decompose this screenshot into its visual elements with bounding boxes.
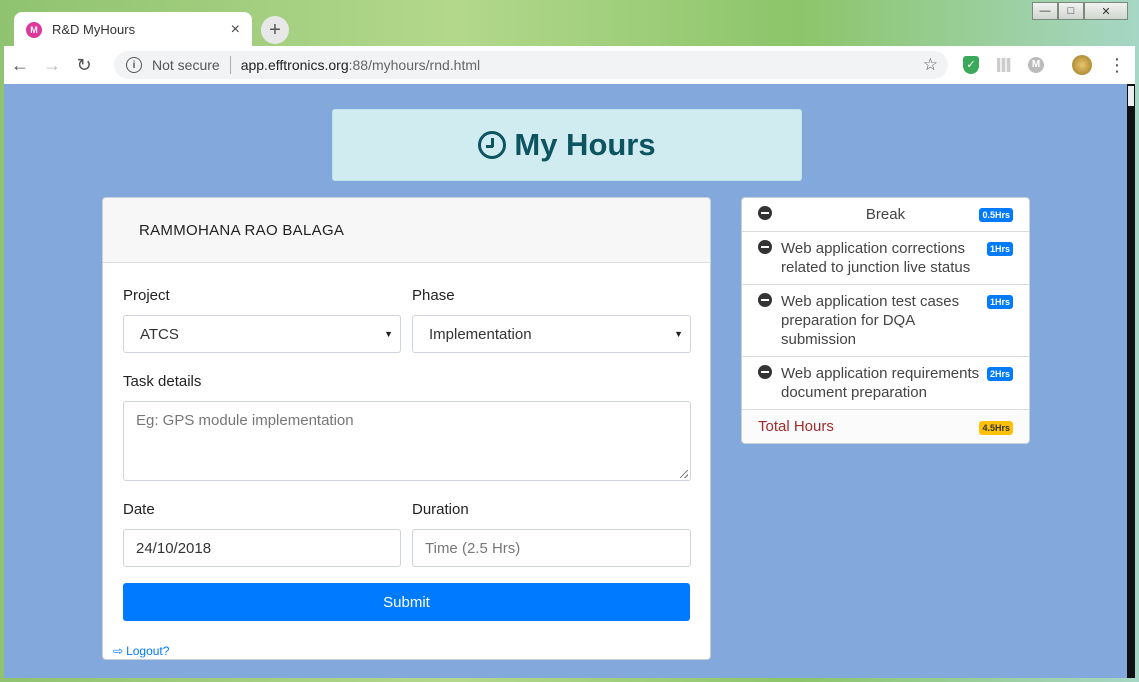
browser-window: M R&D MyHours × + — □ ✕ ← → ↻ i Not secu… xyxy=(0,0,1139,682)
task-details-textarea[interactable]: Eg: GPS module implementation xyxy=(123,401,691,481)
url-host: app.efftronics.org xyxy=(240,57,349,73)
m-extension-icon[interactable]: M xyxy=(1026,55,1046,75)
scrollbar[interactable] xyxy=(1127,84,1135,678)
profile-avatar[interactable] xyxy=(1072,55,1092,75)
remove-icon[interactable] xyxy=(758,365,772,379)
remove-icon[interactable] xyxy=(758,293,772,307)
user-name: RAMMOHANA RAO BALAGA xyxy=(103,198,710,263)
total-hours-row: Total Hours 4.5Hrs xyxy=(742,410,1029,443)
divider xyxy=(229,56,231,74)
hours-badge: 1Hrs xyxy=(986,295,1013,309)
tab-title: R&D MyHours xyxy=(52,22,136,37)
hours-badge: 0.5Hrs xyxy=(979,208,1013,222)
page-viewport: My Hours RAMMOHANA RAO BALAGA Project AT… xyxy=(4,84,1135,678)
page-title: My Hours xyxy=(514,127,656,162)
page-header: My Hours xyxy=(332,109,802,181)
browser-toolbar: ← → ↻ i Not secure app.efftronics.org:88… xyxy=(4,46,1135,84)
info-icon[interactable]: i xyxy=(126,57,142,73)
hours-badge: 2Hrs xyxy=(986,367,1013,381)
maximize-button[interactable]: □ xyxy=(1058,2,1084,20)
remove-icon[interactable] xyxy=(758,206,772,220)
date-value: 24/10/2018 xyxy=(136,539,212,557)
tab-myhours[interactable]: M R&D MyHours × xyxy=(14,12,252,47)
grid-extension-icon[interactable] xyxy=(994,55,1014,75)
dropdown-caret-icon: ▼ xyxy=(674,329,683,339)
forward-button[interactable]: → xyxy=(36,49,68,81)
bookmark-star-icon[interactable]: ☆ xyxy=(923,55,938,75)
list-item-text: Break xyxy=(865,206,906,223)
phase-select[interactable]: Implementation ▼ xyxy=(412,315,691,353)
project-label: Project xyxy=(123,287,170,304)
shield-extension-icon[interactable]: ✓ xyxy=(961,55,981,75)
minimize-button[interactable]: — xyxy=(1032,2,1058,20)
duration-placeholder: Time (2.5 Hrs) xyxy=(425,539,521,557)
task-details-label: Task details xyxy=(123,373,202,390)
address-bar[interactable]: i Not secure app.efftronics.org:88/myhou… xyxy=(114,51,948,79)
duration-label: Duration xyxy=(412,501,469,518)
close-tab-icon[interactable]: × xyxy=(231,21,240,39)
sign-out-icon: ⇨ xyxy=(113,644,124,658)
list-item: Break 0.5Hrs xyxy=(742,198,1029,232)
back-button[interactable]: ← xyxy=(4,49,36,81)
clock-icon xyxy=(478,131,507,159)
list-item: Web application test cases preparation f… xyxy=(742,285,1029,357)
hours-list: Break 0.5Hrs Web application corrections… xyxy=(741,197,1030,444)
submit-button[interactable]: Submit xyxy=(123,583,690,621)
url-path: :88/myhours/rnd.html xyxy=(348,57,481,73)
total-hours-badge: 4.5Hrs xyxy=(979,421,1013,435)
total-hours-label: Total Hours xyxy=(758,418,834,435)
close-window-button[interactable]: ✕ xyxy=(1084,2,1128,20)
phase-selected-value: Implementation xyxy=(429,325,532,343)
reload-button[interactable]: ↻ xyxy=(68,49,100,81)
list-item: Web application requirements document pr… xyxy=(742,357,1029,410)
dropdown-caret-icon: ▼ xyxy=(384,329,393,339)
tab-strip: M R&D MyHours × + — □ ✕ xyxy=(0,0,1139,47)
page-title-wrap: My Hours xyxy=(478,127,656,163)
list-item: Web application corrections related to j… xyxy=(742,232,1029,285)
list-item-text: Web application test cases preparation f… xyxy=(781,293,960,348)
kebab-menu-icon[interactable]: ⋮ xyxy=(1108,55,1126,76)
date-label: Date xyxy=(123,501,155,518)
logout-link[interactable]: ⇨ Logout? xyxy=(113,644,169,658)
hours-entry-form: RAMMOHANA RAO BALAGA Project ATCS ▼ Phas… xyxy=(102,197,711,660)
duration-input[interactable]: Time (2.5 Hrs) xyxy=(412,529,691,567)
task-details-placeholder: Eg: GPS module implementation xyxy=(136,412,354,429)
app-favicon-icon: M xyxy=(26,21,42,38)
list-item-text: Web application requirements document pr… xyxy=(781,365,980,401)
scrollbar-thumb[interactable] xyxy=(1128,86,1134,106)
list-item-text: Web application corrections related to j… xyxy=(781,240,971,276)
logout-label: Logout? xyxy=(126,644,170,658)
project-select[interactable]: ATCS ▼ xyxy=(123,315,401,353)
hours-badge: 1Hrs xyxy=(986,242,1013,256)
resize-handle-icon[interactable] xyxy=(680,470,688,478)
security-status: Not secure xyxy=(152,57,220,73)
project-selected-value: ATCS xyxy=(140,325,179,343)
date-input[interactable]: 24/10/2018 xyxy=(123,529,401,567)
window-controls: — □ ✕ xyxy=(1032,2,1128,20)
new-tab-button[interactable]: + xyxy=(261,16,289,44)
remove-icon[interactable] xyxy=(758,240,772,254)
phase-label: Phase xyxy=(412,287,455,304)
